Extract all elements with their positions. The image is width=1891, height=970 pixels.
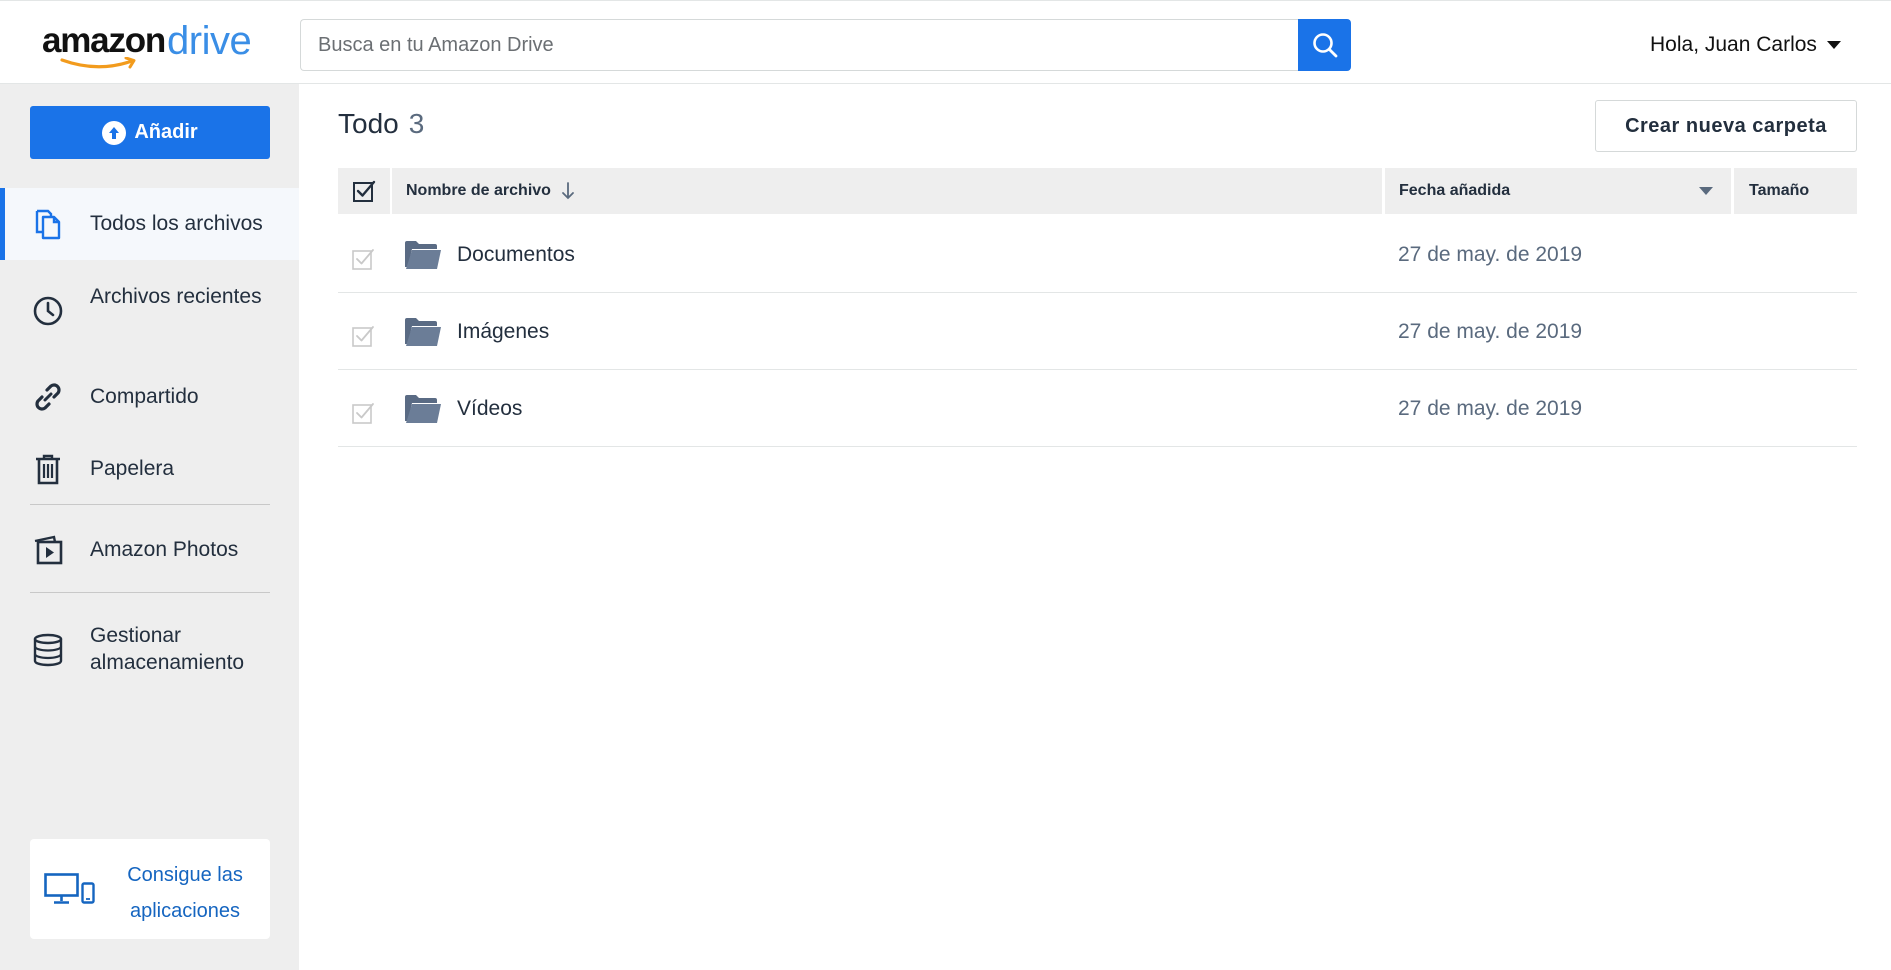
sidebar-item-label: Compartido — [90, 385, 199, 408]
column-size-label: Tamaño — [1749, 182, 1810, 199]
column-header-name[interactable]: Nombre de archivo — [392, 168, 1382, 214]
caret-down-icon — [1826, 41, 1841, 49]
page-title: Todo 3 — [338, 108, 424, 140]
greeting-text: Hola, Juan Carlos — [1650, 33, 1817, 56]
folder-icon — [405, 318, 441, 346]
file-name[interactable]: Vídeos — [457, 397, 522, 421]
column-header-size[interactable]: Tamaño — [1734, 168, 1857, 214]
select-all-checkbox[interactable] — [338, 168, 390, 214]
sidebar-item-manage-storage[interactable]: Gestionar almacenamiento — [0, 605, 299, 695]
sidebar-divider — [30, 504, 270, 505]
sidebar: Añadir Todos los archivos Archivos recie… — [0, 84, 299, 970]
table-header: Nombre de archivo Fecha añadida Tamaño — [338, 168, 1857, 214]
upload-icon — [102, 120, 127, 145]
logo-drive-text: drive — [167, 19, 252, 63]
search-bar — [300, 19, 1351, 71]
link-icon — [32, 381, 64, 413]
page-title-text: Todo — [338, 108, 399, 139]
file-name[interactable]: Documentos — [457, 243, 575, 267]
main-content: Todo 3 Crear nueva carpeta Nombre de arch… — [299, 84, 1891, 970]
sidebar-item-label: Amazon Photos — [90, 538, 239, 561]
add-button[interactable]: Añadir — [30, 106, 270, 159]
sidebar-item-amazon-photos[interactable]: Amazon Photos — [0, 520, 299, 580]
get-apps-link[interactable]: Consigue las aplicaciones — [110, 857, 260, 929]
date-added: 27 de may. de 2019 — [1398, 243, 1583, 266]
table-row[interactable]: Documentos 27 de may. de 2019 — [338, 217, 1857, 293]
storage-icon — [32, 633, 64, 667]
table-row[interactable]: Vídeos 27 de may. de 2019 — [338, 371, 1857, 447]
files-icon — [32, 208, 64, 240]
photos-icon — [32, 534, 64, 566]
amazon-smile-icon — [60, 57, 136, 69]
sidebar-item-shared[interactable]: Compartido — [0, 367, 299, 427]
create-folder-button[interactable]: Crear nueva carpeta — [1595, 100, 1857, 152]
logo-amazon-text: amazon — [42, 21, 166, 60]
clock-icon — [32, 295, 64, 327]
top-header: amazon drive Hola, Juan Carlos — [0, 0, 1891, 84]
sidebar-item-all-files[interactable]: Todos los archivos — [0, 188, 299, 260]
date-added: 27 de may. de 2019 — [1398, 397, 1583, 420]
search-input[interactable] — [300, 19, 1300, 71]
amazon-drive-logo[interactable]: amazon drive — [42, 19, 262, 71]
add-button-label: Añadir — [134, 121, 198, 143]
column-name-label: Nombre de archivo — [406, 182, 551, 199]
table-row[interactable]: Imágenes 27 de may. de 2019 — [338, 294, 1857, 370]
item-count: 3 — [408, 108, 425, 139]
row-checkbox[interactable] — [351, 247, 375, 271]
row-checkbox[interactable] — [351, 401, 375, 425]
checkbox-icon — [353, 180, 376, 202]
search-button[interactable] — [1298, 19, 1351, 71]
get-apps-card[interactable]: Consigue las aplicaciones — [30, 839, 270, 939]
caret-down-icon[interactable] — [1699, 186, 1713, 196]
search-icon — [1312, 33, 1337, 58]
account-menu[interactable]: Hola, Juan Carlos — [1650, 33, 1841, 57]
sidebar-item-trash[interactable]: Papelera — [0, 439, 299, 499]
column-header-date[interactable]: Fecha añadida — [1385, 168, 1731, 214]
sidebar-divider — [30, 592, 270, 593]
sidebar-item-label: Todos los archivos — [90, 212, 263, 235]
folder-icon — [405, 395, 441, 423]
file-name[interactable]: Imágenes — [457, 320, 549, 344]
row-checkbox[interactable] — [351, 324, 375, 348]
devices-icon — [44, 873, 96, 910]
sidebar-item-label: Papelera — [90, 457, 175, 480]
sidebar-item-label: Archivos recientes — [90, 285, 262, 308]
folder-icon — [405, 241, 441, 269]
trash-icon — [32, 453, 64, 485]
sidebar-item-recent[interactable]: Archivos recientes — [0, 267, 299, 357]
column-date-label: Fecha añadida — [1399, 182, 1511, 199]
date-added: 27 de may. de 2019 — [1398, 320, 1583, 343]
sidebar-item-label: Gestionar almacenamiento — [90, 624, 245, 674]
sort-arrow-down-icon — [562, 182, 574, 200]
